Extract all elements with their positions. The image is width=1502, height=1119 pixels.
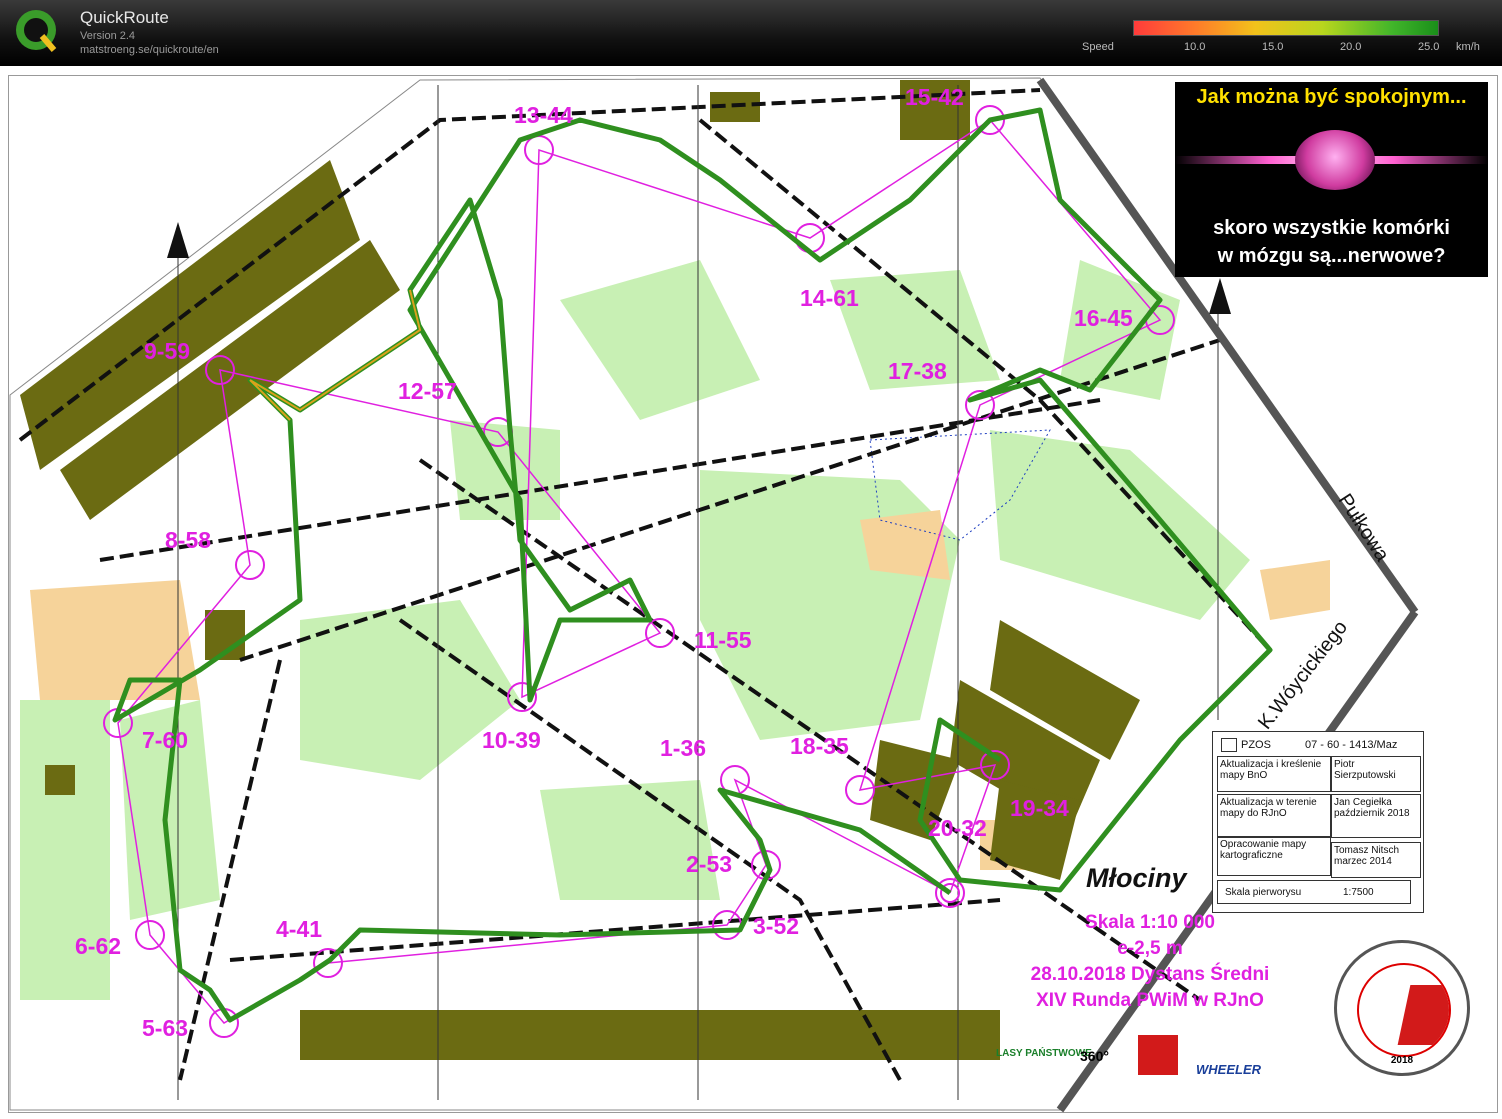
- credit-label: Aktualizacja w terenie mapy do RJnO: [1217, 794, 1331, 838]
- contour-interval: e-2,5 m: [1117, 938, 1183, 959]
- credit-value: Tomasz Nitsch marzec 2014: [1331, 842, 1421, 878]
- event-info: Skala 1:10 000 e-2,5 m 28.10.2018 Dystan…: [1010, 910, 1290, 1014]
- banner-line3: w mózgu są...nerwowe?: [1217, 245, 1446, 267]
- control-label: 5-63: [142, 1015, 189, 1041]
- banner-image: Jak można być spokojnym... skoro wszystk…: [1175, 82, 1488, 277]
- runner-icon: [1221, 738, 1237, 752]
- badge-year: 2018: [1390, 1055, 1414, 1066]
- control-label: 4-41: [276, 916, 323, 942]
- credit-label: Aktualizacja i kreślenie mapy BnO: [1217, 756, 1331, 792]
- map-scale: Skala 1:10 000: [1085, 912, 1215, 933]
- scale-value: 1:7500: [1343, 887, 1374, 898]
- control-label: 7-60: [142, 727, 189, 753]
- control-label: 8-58: [165, 527, 212, 553]
- banner-text: skoro wszystkie komórki w mózgu są...ner…: [1175, 214, 1488, 270]
- map-code: 07 - 60 - 1413/Maz: [1305, 739, 1398, 751]
- credit-label: Opracowanie mapy kartograficzne: [1217, 836, 1331, 876]
- north-arrow-icon: [1209, 278, 1231, 314]
- cup-badge: 2018: [1334, 940, 1470, 1076]
- brain-icon: [1295, 130, 1375, 190]
- event-date: 28.10.2018 Dystans Średni: [1030, 964, 1270, 985]
- control-label: 11-55: [694, 627, 752, 653]
- control-label: 10-39: [482, 727, 541, 753]
- sponsor-red-logo-icon: [1138, 1035, 1178, 1075]
- north-arrow-icon: [167, 222, 189, 258]
- control-label: 1-36: [660, 735, 707, 761]
- control-label: 20-32: [928, 815, 987, 841]
- control-label: 19-34: [1010, 795, 1069, 821]
- control-label: 17-38: [888, 358, 947, 384]
- club: PZOS: [1241, 739, 1271, 751]
- mazovia-map-icon: [1357, 963, 1451, 1057]
- control-label: 13-44: [514, 102, 573, 128]
- credit-value: Piotr Sierzputowski: [1331, 756, 1421, 792]
- credit-value: Jan Cegiełka październik 2018: [1331, 794, 1421, 838]
- control-label: 12-57: [398, 378, 457, 404]
- banner-line2: skoro wszystkie komórki: [1213, 217, 1450, 239]
- map-credits: PZOS 07 - 60 - 1413/Maz Aktualizacja i k…: [1212, 731, 1424, 913]
- wheeler-logo: WHEELER: [1196, 1062, 1261, 1077]
- s360-logo: 360°: [1080, 1048, 1109, 1064]
- control-label: 9-59: [144, 338, 191, 364]
- control-label: 15-42: [905, 84, 964, 110]
- place-name: Młociny: [1086, 863, 1187, 893]
- control-label: 6-62: [75, 933, 122, 959]
- control-label: 3-52: [753, 913, 800, 939]
- banner-line1: Jak można być spokojnym...: [1196, 86, 1467, 108]
- control-label: 14-61: [800, 285, 859, 311]
- control-label: 18-35: [790, 733, 849, 759]
- event-round: XIV Runda PWiM w RJnO: [1036, 990, 1264, 1011]
- scale-label: Skala pierworysu: [1225, 887, 1302, 898]
- control-label: 16-45: [1074, 305, 1133, 331]
- control-label: 2-53: [686, 851, 733, 877]
- lasy-logo: LASY PAŃSTWOWE: [996, 1048, 1092, 1059]
